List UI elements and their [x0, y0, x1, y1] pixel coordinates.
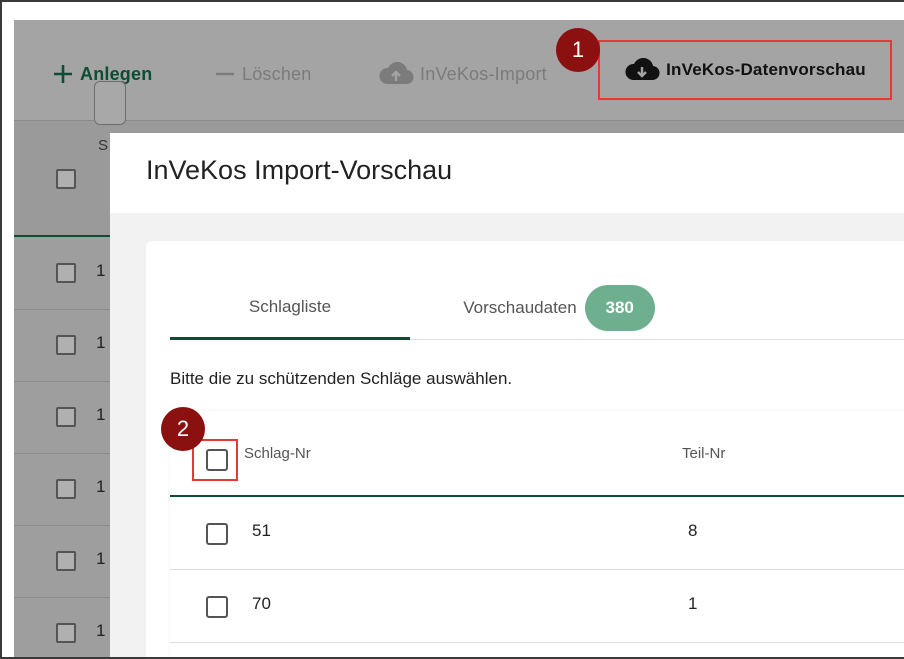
- delete-button[interactable]: Löschen: [214, 60, 311, 88]
- dialog-title: InVeKos Import-Vorschau: [146, 155, 453, 185]
- screenshot-frame: Anlegen Löschen InVeKos-Import InVeKos-D…: [0, 0, 904, 659]
- plots-table: Schlag-Nr Teil-Nr 51 8 70 1: [170, 411, 904, 657]
- tab-label: Vorschaudaten: [463, 298, 577, 317]
- background-row-checkbox[interactable]: [56, 335, 76, 355]
- data-preview-button[interactable]: InVeKos-Datenvorschau: [598, 40, 892, 100]
- table-row[interactable]: 51 8: [170, 497, 904, 570]
- cell-teil-nr: 8: [688, 521, 698, 540]
- background-row-value: 1: [96, 333, 106, 352]
- row-checkbox[interactable]: [206, 523, 228, 545]
- tab-vorschaudaten[interactable]: Vorschaudaten 380: [446, 277, 672, 339]
- import-button-label: InVeKos-Import: [420, 63, 547, 84]
- background-row-value: 1: [96, 621, 106, 640]
- background-row-checkbox[interactable]: [56, 551, 76, 571]
- background-filter-input[interactable]: [94, 81, 126, 125]
- tab-bar: Schlagliste Vorschaudaten 380: [170, 277, 904, 340]
- cell-schlag-nr: 70: [252, 594, 271, 613]
- data-preview-button-label: InVeKos-Datenvorschau: [666, 60, 866, 79]
- step-marker-1: 1: [556, 28, 600, 72]
- column-header-schlag-nr: Schlag-Nr: [244, 445, 311, 462]
- select-all-checkbox[interactable]: [206, 449, 228, 471]
- background-row-checkbox[interactable]: [56, 479, 76, 499]
- cell-schlag-nr: 51: [252, 521, 271, 540]
- delete-button-label: Löschen: [242, 63, 312, 84]
- import-button[interactable]: InVeKos-Import: [378, 60, 547, 88]
- cell-teil-nr: 1: [688, 594, 698, 613]
- toolbar: Anlegen Löschen InVeKos-Import InVeKos-D…: [14, 20, 904, 121]
- background-column-header: S: [98, 137, 109, 154]
- instruction-text: Bitte die zu schützenden Schläge auswähl…: [170, 369, 513, 388]
- column-header-teil-nr: Teil-Nr: [682, 445, 726, 462]
- tab-label: Schlagliste: [248, 297, 332, 316]
- tab-schlagliste[interactable]: Schlagliste: [170, 277, 410, 340]
- dialog-card: Schlagliste Vorschaudaten 380 Bitte die …: [146, 241, 904, 657]
- dialog-title-bar: InVeKos Import-Vorschau: [110, 133, 904, 213]
- background-row-checkbox[interactable]: [56, 407, 76, 427]
- cloud-upload-icon: [378, 62, 414, 86]
- minus-icon: [214, 63, 236, 85]
- background-row-value: 1: [96, 477, 106, 496]
- table-header-row: Schlag-Nr Teil-Nr: [170, 411, 904, 497]
- table-row[interactable]: 70 1: [170, 570, 904, 643]
- row-checkbox[interactable]: [206, 596, 228, 618]
- count-badge: 380: [584, 285, 655, 331]
- import-preview-dialog: InVeKos Import-Vorschau Schlagliste Vors…: [110, 133, 904, 657]
- background-select-all-checkbox[interactable]: [56, 169, 76, 189]
- background-row-value: 1: [96, 405, 106, 424]
- plus-icon: [52, 63, 74, 85]
- background-row-checkbox[interactable]: [56, 263, 76, 283]
- background-row-value: 1: [96, 549, 106, 568]
- cloud-download-icon: [624, 58, 660, 82]
- background-row-checkbox[interactable]: [56, 623, 76, 643]
- step-marker-2: 2: [161, 407, 205, 451]
- background-row-value: 1: [96, 261, 106, 280]
